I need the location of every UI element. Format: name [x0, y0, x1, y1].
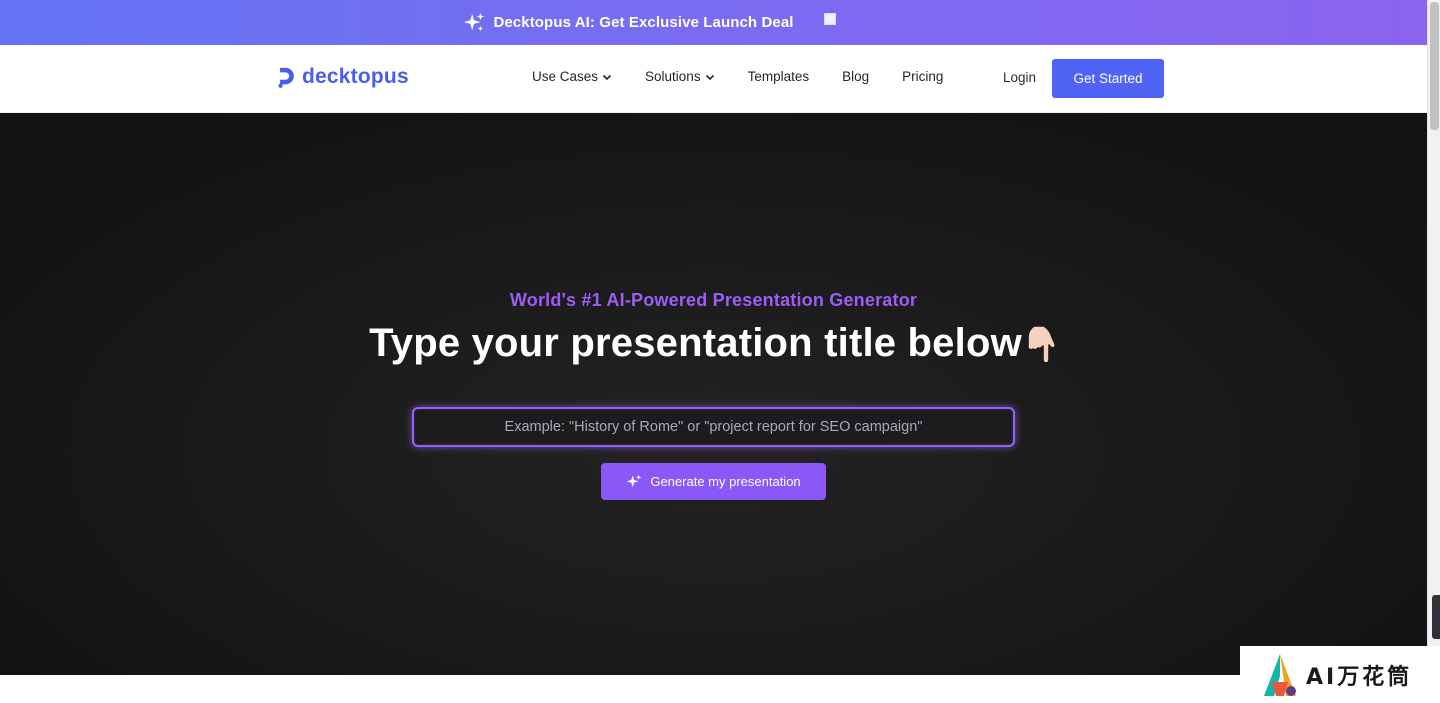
nav-item-pricing[interactable]: Pricing — [902, 69, 943, 84]
promo-banner[interactable]: Decktopus AI: Get Exclusive Launch Deal — [0, 0, 1427, 45]
side-widget-tab[interactable] — [1432, 595, 1440, 639]
logo-text: decktopus — [302, 65, 409, 88]
hero-section: World's #1 AI-Powered Presentation Gener… — [0, 113, 1427, 675]
watermark: AI万花筒 — [1240, 646, 1440, 703]
nav-item-blog[interactable]: Blog — [842, 69, 869, 84]
nav-item-label: Use Cases — [532, 69, 599, 84]
watermark-text: AI万花筒 — [1306, 664, 1413, 690]
nav-item-use-cases[interactable]: Use Cases — [532, 69, 612, 84]
nav-item-label: Solutions — [645, 69, 701, 84]
pointing-down-hand-icon — [1027, 325, 1056, 364]
promo-content: Decktopus AI: Get Exclusive Launch Deal — [463, 5, 963, 41]
sparkles-icon — [627, 474, 642, 487]
page-scrollbar[interactable] — [1427, 0, 1440, 646]
broken-image-icon — [823, 12, 836, 25]
scrollbar-thumb[interactable] — [1430, 2, 1439, 130]
page: Decktopus AI: Get Exclusive Launch Deal … — [0, 0, 1440, 703]
watermark-logo-icon — [1264, 653, 1296, 696]
nav-item-label: Blog — [842, 69, 870, 84]
presentation-title-input-wrapper[interactable] — [412, 407, 1015, 447]
decktopus-logo-icon — [278, 67, 294, 88]
get-started-button[interactable]: Get Started — [1052, 59, 1164, 98]
nav-item-solutions[interactable]: Solutions — [645, 69, 715, 84]
nav-item-label: Pricing — [902, 69, 944, 84]
decktopus-logo[interactable]: decktopus — [277, 65, 409, 89]
sparkles-icon — [464, 12, 485, 31]
generate-button-label: Generate my presentation — [650, 474, 801, 489]
chevron-down-icon — [705, 74, 714, 80]
nav-menu: Use Cases Solutions Templates Blog Prici… — [532, 69, 976, 84]
hero-headline-text: Type your presentation title below — [369, 321, 1022, 365]
login-link[interactable]: Login — [1003, 70, 1036, 85]
hero-eyebrow: World's #1 AI-Powered Presentation Gener… — [509, 290, 918, 310]
main-nav: decktopus Use Cases Solutions Templates … — [0, 45, 1427, 113]
generate-presentation-button[interactable]: Generate my presentation — [601, 463, 826, 500]
hero-headline: Type your presentation title below — [0, 321, 1427, 366]
presentation-title-input[interactable] — [414, 409, 1013, 445]
nav-item-templates[interactable]: Templates — [748, 69, 810, 84]
chevron-down-icon — [602, 74, 612, 80]
nav-item-label: Templates — [747, 69, 810, 84]
promo-broken-image[interactable] — [823, 5, 964, 41]
promo-text[interactable]: Decktopus AI: Get Exclusive Launch Deal — [493, 14, 793, 31]
